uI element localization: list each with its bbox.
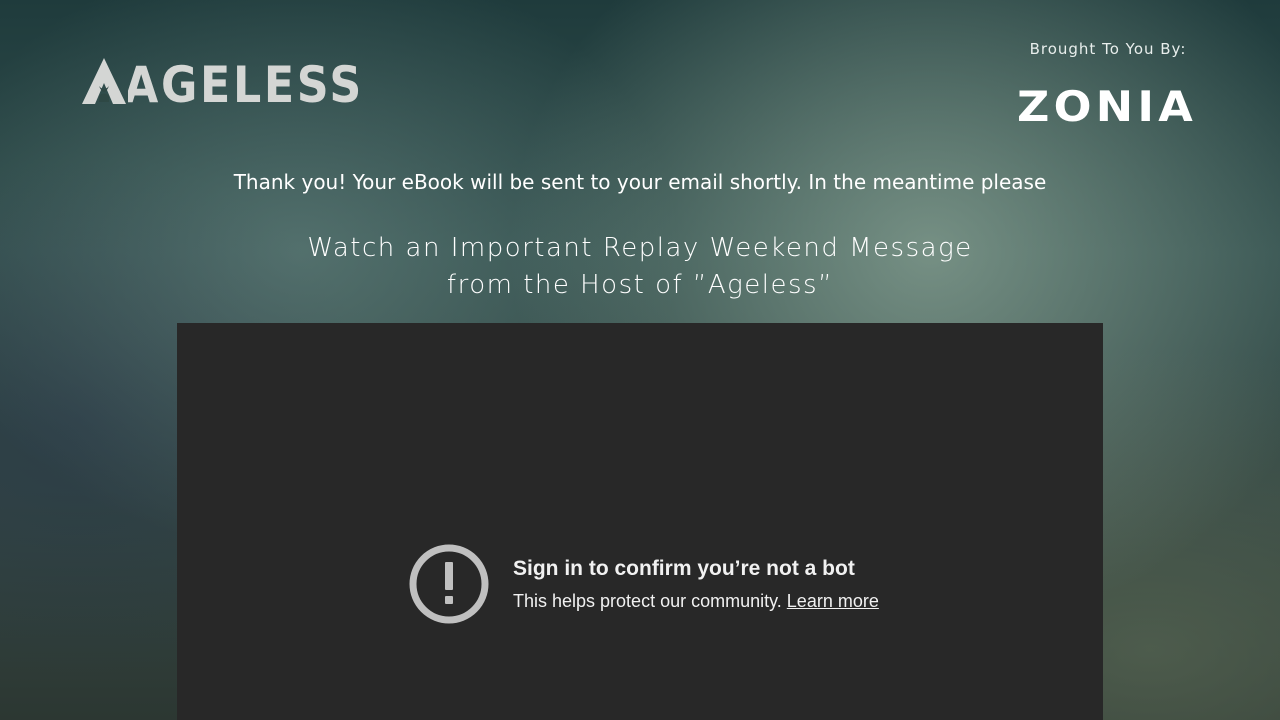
- video-player[interactable]: Sign in to confirm you’re not a bot This…: [177, 323, 1103, 720]
- headline-line-2: from the Host of ”Ageless”: [446, 270, 834, 300]
- page-headline: Watch an Important Replay Weekend Messag…: [0, 230, 1280, 304]
- alert-circle-icon: [409, 544, 489, 624]
- brought-to-you-by-label: Brought To You By:: [1029, 40, 1187, 58]
- ageless-logo-mark: AGELESS: [82, 58, 364, 104]
- notice-subtitle-row: This helps protect our community. Learn …: [513, 589, 879, 613]
- learn-more-link[interactable]: Learn more: [787, 591, 879, 611]
- bot-check-notice: Sign in to confirm you’re not a bot This…: [409, 544, 879, 624]
- ageless-logo[interactable]: AGELESS: [82, 58, 372, 104]
- thank-you-message: Thank you! Your eBook will be sent to yo…: [233, 170, 1047, 194]
- zonia-logo[interactable]: ZONIA: [1016, 82, 1200, 131]
- zonia-logo-mark: ZONIA: [1017, 82, 1197, 131]
- notice-text: Sign in to confirm you’re not a bot This…: [513, 555, 879, 613]
- logo-text: AGELESS: [124, 58, 364, 104]
- sponsor-logo-text: ZONIA: [1017, 84, 1197, 124]
- notice-title: Sign in to confirm you’re not a bot: [513, 557, 855, 580]
- headline-line-1: Watch an Important Replay Weekend Messag…: [307, 233, 973, 263]
- notice-subtitle: This helps protect our community.: [513, 591, 782, 611]
